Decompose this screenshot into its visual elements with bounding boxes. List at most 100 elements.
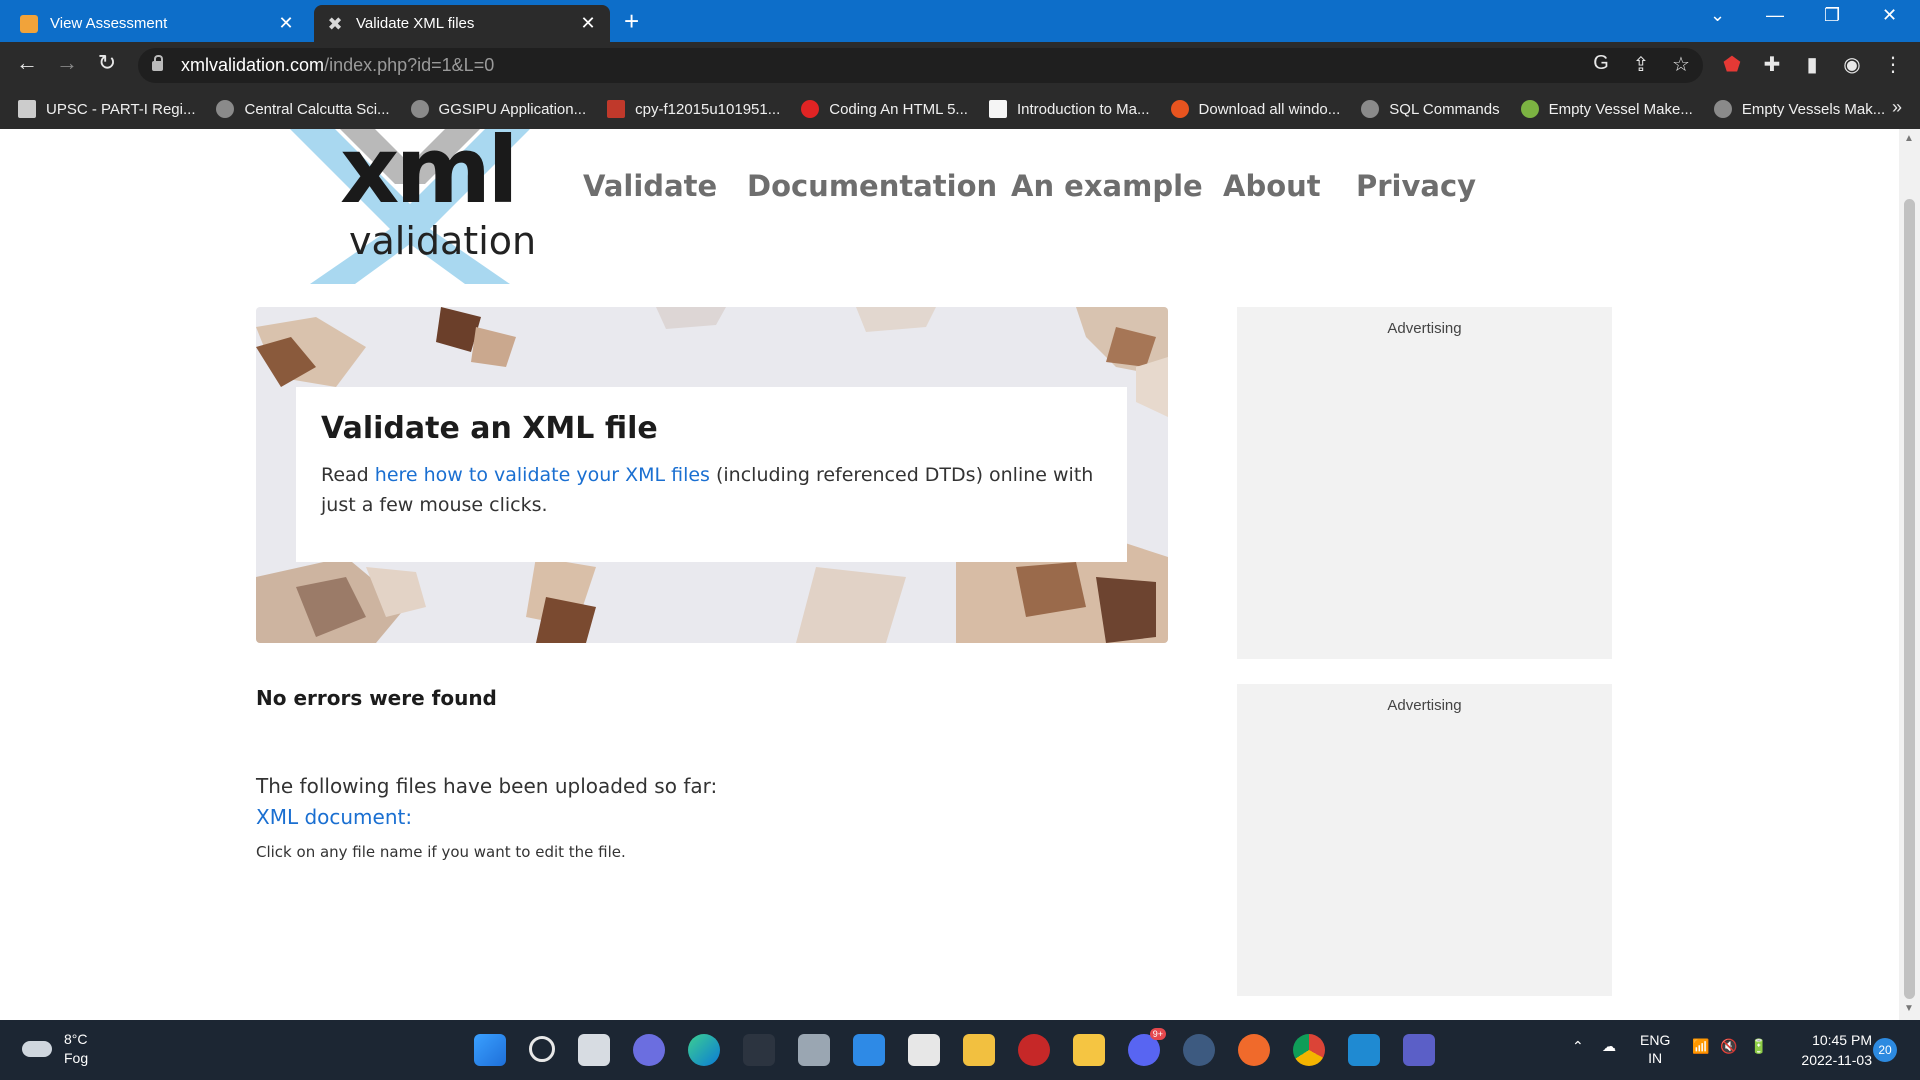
tab-title: Validate XML files xyxy=(356,15,475,32)
close-window-button[interactable]: ✕ xyxy=(1882,5,1897,26)
tab-title: View Assessment xyxy=(50,15,168,32)
new-tab-button[interactable]: + xyxy=(624,6,639,37)
hero-text: Read here how to validate your XML files… xyxy=(321,464,1094,516)
globe-icon xyxy=(1713,100,1732,118)
advertising-label: Advertising xyxy=(1387,320,1462,337)
origin-icon[interactable] xyxy=(1238,1034,1270,1066)
vscode-icon[interactable] xyxy=(1348,1034,1380,1066)
clock-time: 10:45 PM xyxy=(1812,1032,1872,1048)
share-icon[interactable]: ⇪ xyxy=(1628,52,1654,77)
url-path: /index.php?id=1&L=0 xyxy=(324,55,495,75)
scroll-thumb[interactable] xyxy=(1904,199,1915,999)
tab-search-icon[interactable]: ⌄ xyxy=(1710,5,1725,26)
tab-bar: View Assessment ✕ ✖ Validate XML files ✕… xyxy=(0,0,1920,42)
extensions-puzzle-icon[interactable]: ✚ xyxy=(1759,52,1785,77)
minimize-button[interactable]: — xyxy=(1766,5,1784,26)
lock-icon[interactable] xyxy=(152,54,163,71)
onedrive-icon[interactable]: ☁ xyxy=(1602,1038,1616,1055)
logo-subtitle: validation xyxy=(349,219,537,263)
system-clock[interactable]: 10:45 PM 2022-11-03 xyxy=(1790,1030,1872,1070)
predator-icon[interactable] xyxy=(743,1034,775,1066)
bookmark-star-icon[interactable]: ☆ xyxy=(1668,52,1694,77)
nav-about[interactable]: About xyxy=(1223,169,1321,203)
notification-count[interactable]: 20 xyxy=(1873,1038,1897,1062)
nav-an-example[interactable]: An example xyxy=(1011,169,1203,203)
cylinder-app-icon[interactable] xyxy=(798,1034,830,1066)
edit-hint: Click on any file name if you want to ed… xyxy=(256,843,626,861)
restore-button[interactable]: ❐ xyxy=(1824,5,1840,26)
globe-icon xyxy=(216,100,235,118)
bookmark-item[interactable]: Coding An HTML 5... xyxy=(801,100,968,118)
chevron-up-icon[interactable]: ⌃ xyxy=(1572,1038,1584,1055)
advertising-box[interactable]: Advertising xyxy=(1237,307,1612,659)
s-logo-icon xyxy=(801,100,820,118)
weather-widget[interactable]: 8°C Fog xyxy=(22,1030,88,1068)
task-view-icon[interactable] xyxy=(578,1034,610,1066)
battery-icon[interactable]: 🔋 xyxy=(1750,1038,1767,1055)
temperature: 8°C xyxy=(64,1031,88,1047)
security-app-icon[interactable] xyxy=(1018,1034,1050,1066)
bookmark-item[interactable]: SQL Commands xyxy=(1361,100,1500,118)
more-bookmarks-icon[interactable]: » xyxy=(1892,97,1902,118)
back-button[interactable]: ← xyxy=(12,50,42,76)
discord-badge: 9+ xyxy=(1149,1028,1166,1040)
search-icon[interactable] xyxy=(529,1036,555,1062)
chrome-icon[interactable] xyxy=(1293,1034,1325,1066)
profile-avatar[interactable]: ◉ xyxy=(1839,52,1865,77)
teams-chat-icon[interactable] xyxy=(633,1034,665,1066)
page-scrollbar[interactable]: ▲ ▼ xyxy=(1899,129,1920,1020)
start-icon[interactable] xyxy=(474,1034,506,1066)
side-panel-icon[interactable]: ▮ xyxy=(1799,52,1825,77)
teams-icon[interactable] xyxy=(1403,1034,1435,1066)
bookmark-item[interactable]: GGSIPU Application... xyxy=(410,100,586,118)
wifi-icon[interactable]: 📶 xyxy=(1692,1038,1709,1055)
xml-document-link[interactable]: XML document: xyxy=(256,805,412,829)
nav-privacy[interactable]: Privacy xyxy=(1356,169,1476,203)
volume-muted-icon[interactable]: 🔇 xyxy=(1720,1038,1737,1055)
bookmark-item[interactable]: Download all windo... xyxy=(1170,100,1340,118)
close-icon[interactable]: ✕ xyxy=(276,13,296,34)
globe-icon xyxy=(1361,100,1380,118)
cloud-icon xyxy=(22,1041,52,1057)
bookmark-item[interactable]: cpy-f12015u101951... xyxy=(607,100,780,118)
bookmark-item[interactable]: Central Calcutta Sci... xyxy=(216,100,390,118)
slides-icon xyxy=(988,100,1007,118)
reload-button[interactable]: ↻ xyxy=(92,50,122,76)
clock-date: 2022-11-03 xyxy=(1801,1052,1872,1068)
bookmark-item[interactable]: Introduction to Ma... xyxy=(988,100,1150,118)
uploaded-files-intro: The following files have been uploaded s… xyxy=(256,774,718,798)
bookmark-item[interactable]: Empty Vessels Mak... xyxy=(1713,100,1885,118)
scroll-down-icon[interactable]: ▼ xyxy=(1904,1003,1914,1014)
validation-status: No errors were found xyxy=(256,686,497,710)
extension-shield-icon[interactable]: ⬟ xyxy=(1719,52,1745,77)
language-indicator[interactable]: ENG IN xyxy=(1640,1031,1670,1067)
folder-icon[interactable] xyxy=(963,1034,995,1066)
web-page: xml validation Validate Documentation An… xyxy=(0,129,1899,1020)
tab-view-assessment[interactable]: View Assessment ✕ xyxy=(8,5,308,42)
windows-taskbar: 8°C Fog 9+ ⌃ ☁ ENG IN 📶 🔇 🔋 10:45 PM 202… xyxy=(0,1020,1920,1080)
nav-documentation[interactable]: Documentation xyxy=(747,169,997,203)
bookmark-item[interactable]: Empty Vessel Make... xyxy=(1520,100,1693,118)
bookmark-item[interactable]: UPSC - PART-I Regi... xyxy=(18,100,195,118)
scroll-up-icon[interactable]: ▲ xyxy=(1904,133,1914,144)
android-icon xyxy=(1520,100,1539,118)
address-bar[interactable]: xmlvalidation.com /index.php?id=1&L=0 xyxy=(138,48,1703,83)
browser-toolbar: ← → ↻ xmlvalidation.com /index.php?id=1&… xyxy=(0,42,1920,89)
store-icon[interactable] xyxy=(908,1034,940,1066)
forward-button[interactable]: → xyxy=(52,50,82,76)
tab-validate-xml[interactable]: ✖ Validate XML files ✕ xyxy=(314,5,610,42)
edge-icon[interactable] xyxy=(688,1034,720,1066)
google-icon[interactable]: G xyxy=(1588,52,1614,75)
url-host: xmlvalidation.com xyxy=(181,55,325,75)
advertising-box[interactable]: Advertising xyxy=(1237,684,1612,996)
steam-icon[interactable] xyxy=(1183,1034,1215,1066)
close-icon[interactable]: ✕ xyxy=(578,13,598,34)
logo-word: xml xyxy=(340,129,519,224)
how-to-validate-link[interactable]: here how to validate your XML files xyxy=(375,464,710,486)
mail-icon[interactable] xyxy=(853,1034,885,1066)
file-explorer-icon[interactable] xyxy=(1073,1034,1105,1066)
xml-validation-icon: ✖ xyxy=(327,13,343,34)
nav-validate[interactable]: Validate xyxy=(583,169,717,203)
discord-icon[interactable]: 9+ xyxy=(1128,1028,1166,1066)
menu-kebab-icon[interactable]: ⋮ xyxy=(1880,52,1906,77)
